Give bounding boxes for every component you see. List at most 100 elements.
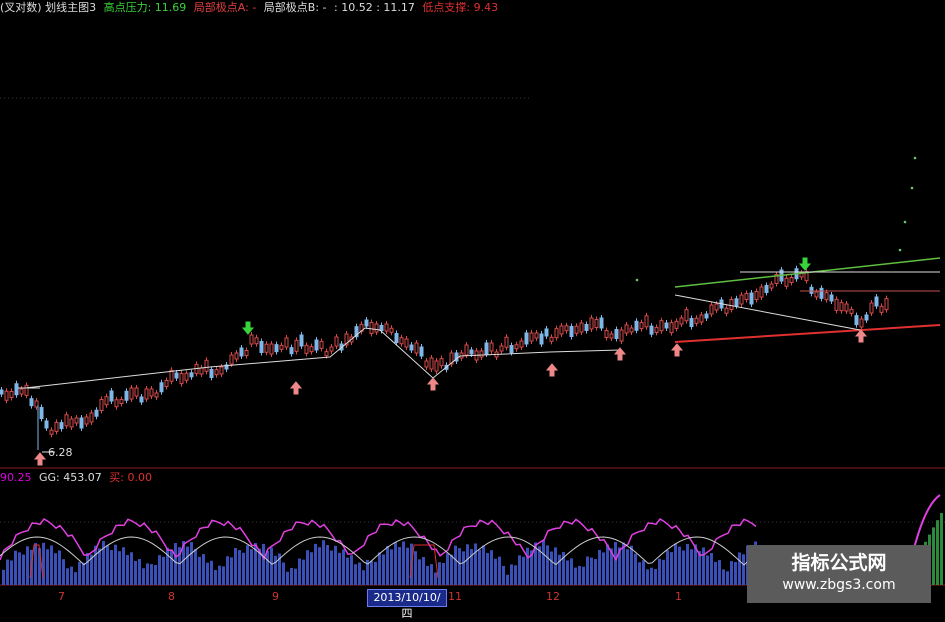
volume-bar bbox=[726, 571, 729, 585]
candle-body bbox=[119, 399, 124, 404]
volume-bar bbox=[502, 565, 505, 585]
candle-body bbox=[579, 322, 584, 333]
candle-body bbox=[49, 429, 54, 435]
candle-body bbox=[24, 384, 29, 396]
volume-bar bbox=[62, 559, 65, 585]
candle-body bbox=[789, 277, 794, 283]
volume-bar bbox=[434, 572, 437, 585]
candle-body bbox=[289, 347, 294, 355]
candle-body bbox=[649, 325, 654, 335]
candle-body bbox=[484, 342, 489, 355]
candle-body bbox=[549, 336, 554, 342]
volume-bar bbox=[218, 565, 221, 585]
candle-body bbox=[504, 336, 509, 348]
candle-body bbox=[714, 303, 719, 311]
candle-body bbox=[4, 390, 9, 401]
sub-value: 90.25 bbox=[0, 471, 32, 484]
candle-body bbox=[569, 326, 574, 337]
volume-bar bbox=[450, 554, 453, 585]
volume-bar bbox=[454, 545, 457, 585]
volume-bar bbox=[310, 552, 313, 585]
volume-bar bbox=[682, 550, 685, 585]
volume-bar bbox=[66, 568, 69, 585]
volume-bar bbox=[154, 564, 157, 585]
volume-bar bbox=[662, 559, 665, 585]
volume-bar bbox=[710, 553, 713, 585]
candle-body bbox=[809, 286, 814, 294]
volume-bar bbox=[74, 572, 77, 585]
candle-body bbox=[694, 317, 699, 324]
candle-body bbox=[269, 343, 274, 355]
volume-bar bbox=[250, 549, 253, 585]
candle-body bbox=[154, 392, 159, 398]
volume-bar bbox=[430, 564, 433, 585]
candle-body bbox=[784, 277, 789, 287]
volume-bar bbox=[474, 543, 477, 585]
candle-body bbox=[214, 369, 219, 376]
candle-body bbox=[129, 387, 134, 400]
volume-bar bbox=[630, 545, 633, 585]
volume-bar bbox=[70, 566, 73, 585]
volume-bar bbox=[206, 562, 209, 585]
volume-bar bbox=[358, 562, 361, 585]
volume-bar bbox=[374, 561, 377, 585]
candle-body bbox=[309, 346, 314, 353]
volume-bar bbox=[266, 550, 269, 585]
volume-bar bbox=[42, 542, 45, 585]
volume-bar bbox=[142, 568, 145, 585]
candle-body bbox=[674, 320, 679, 329]
volume-bar bbox=[302, 559, 305, 585]
volume-bar bbox=[510, 564, 513, 585]
price-chart[interactable] bbox=[0, 0, 945, 609]
volume-bar bbox=[446, 553, 449, 585]
candle-body bbox=[314, 339, 319, 351]
candle-body bbox=[529, 332, 534, 342]
volume-bar bbox=[330, 550, 333, 585]
candle-body bbox=[614, 329, 619, 339]
volume-bar bbox=[586, 556, 589, 585]
candle-body bbox=[609, 333, 614, 339]
volume-bar bbox=[714, 561, 717, 585]
candle-body bbox=[739, 294, 744, 305]
candle-body bbox=[699, 314, 704, 323]
volume-bar bbox=[678, 546, 681, 585]
candle-body bbox=[259, 341, 264, 353]
candle-body bbox=[109, 390, 114, 402]
candle-body bbox=[179, 373, 184, 385]
candle-body bbox=[394, 333, 399, 343]
volume-bar bbox=[130, 552, 133, 585]
volume-bar bbox=[482, 545, 485, 585]
candle-body bbox=[139, 396, 144, 403]
volume-bar bbox=[686, 544, 689, 585]
candle-body bbox=[424, 360, 429, 368]
volume-bar bbox=[94, 545, 97, 585]
volume-bar bbox=[110, 550, 113, 585]
candle-body bbox=[189, 372, 194, 378]
candle-body bbox=[419, 346, 424, 357]
volume-bar bbox=[2, 569, 5, 585]
volume-bar bbox=[402, 541, 405, 585]
sub-indicator-legend: 90.25 GG: 453.07 买: 0.00 bbox=[0, 471, 156, 485]
volume-bar bbox=[82, 562, 85, 585]
candle-body bbox=[114, 399, 119, 408]
signal-dot bbox=[898, 248, 902, 252]
candle-body bbox=[539, 333, 544, 345]
candle-body bbox=[629, 327, 634, 333]
volume-bar bbox=[370, 560, 373, 585]
candle-body bbox=[324, 351, 329, 357]
candle-body bbox=[854, 315, 859, 326]
volume-bar bbox=[174, 543, 177, 585]
candle-body bbox=[729, 299, 734, 310]
volume-bar bbox=[54, 553, 57, 585]
volume-bar bbox=[354, 564, 357, 585]
candle-body bbox=[74, 417, 79, 424]
candle-body bbox=[499, 345, 504, 352]
candle-body bbox=[464, 344, 469, 356]
volume-bar bbox=[546, 545, 549, 585]
volume-bar bbox=[382, 554, 385, 585]
candle-body bbox=[369, 322, 374, 334]
candle-body bbox=[519, 340, 524, 348]
volume-bar bbox=[118, 551, 121, 585]
volume-bar bbox=[494, 558, 497, 585]
volume-bar bbox=[18, 552, 21, 585]
